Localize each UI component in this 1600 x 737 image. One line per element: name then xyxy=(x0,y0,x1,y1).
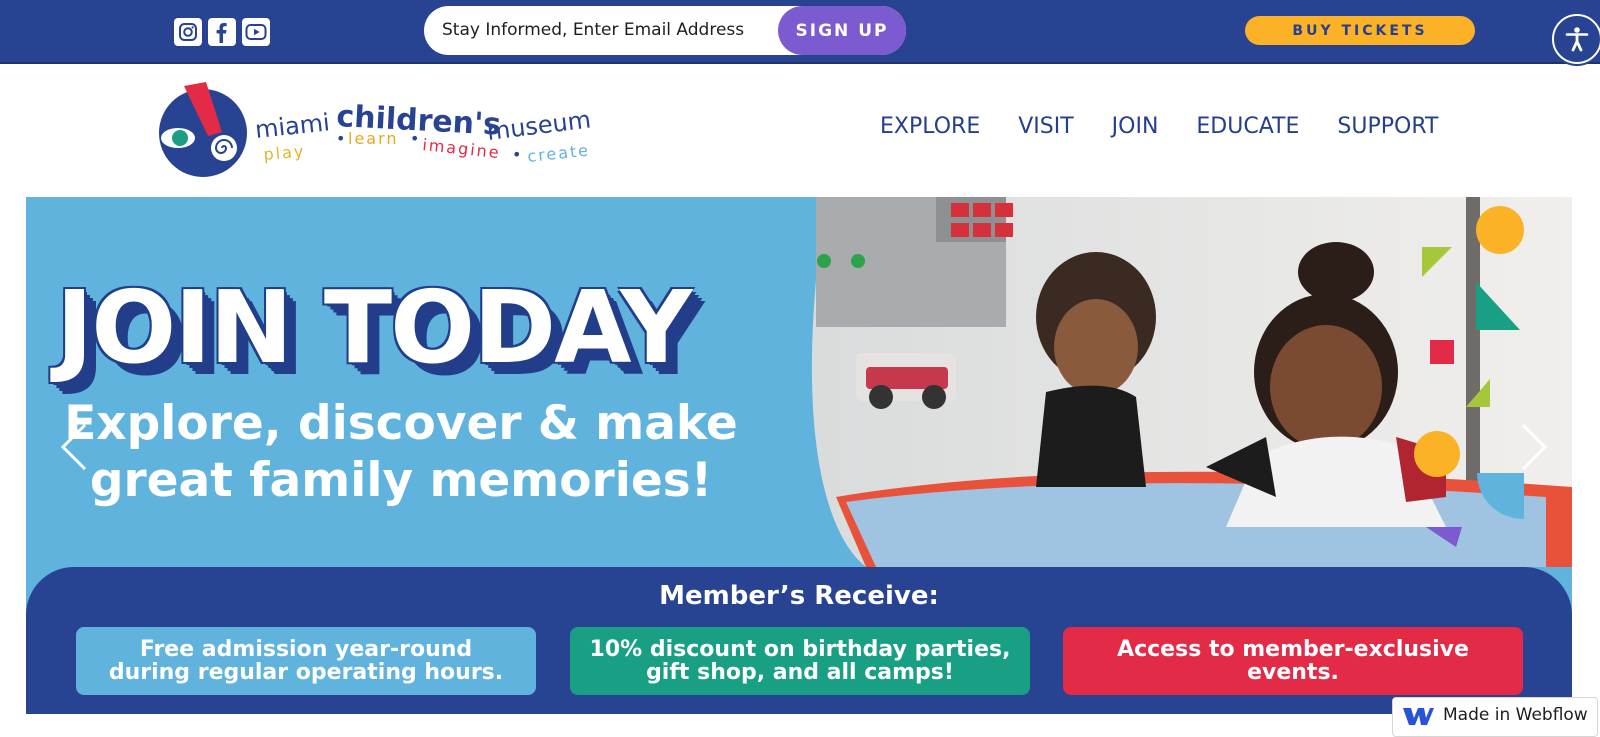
hero-headline: JOIN TODAY xyxy=(56,269,692,386)
hero-headline-wrap: JOIN TODAY xyxy=(56,269,692,386)
newsletter-signup: SIGN UP xyxy=(424,6,906,55)
benefit-exclusive-events: Access to member-exclusive events. xyxy=(1063,627,1523,695)
svg-text:•: • xyxy=(336,129,345,148)
hero-photo xyxy=(811,197,1572,567)
member-benefits-title: Member’s Receive: xyxy=(659,581,939,611)
top-bar: SIGN UP BUY TICKETS xyxy=(0,0,1600,64)
instagram-icon[interactable] xyxy=(174,18,202,46)
nav-join[interactable]: JOIN xyxy=(1112,114,1159,139)
nav-support[interactable]: SUPPORT xyxy=(1337,114,1438,139)
member-benefits-panel: Member’s Receive: Free admission year-ro… xyxy=(26,567,1572,714)
webflow-badge-label: Made in Webflow xyxy=(1443,705,1588,725)
benefit-line: Access to member-exclusive events. xyxy=(1117,637,1469,685)
main-nav: EXPLORE VISIT JOIN EDUCATE SUPPORT xyxy=(880,114,1438,139)
benefit-line: 10% discount on birthday parties, xyxy=(589,637,1011,662)
chevron-left-icon[interactable] xyxy=(59,422,89,472)
facebook-icon[interactable] xyxy=(208,18,236,46)
sign-up-button[interactable]: SIGN UP xyxy=(778,6,906,55)
hero-subheadline-line2: great family memories! xyxy=(89,453,713,508)
svg-text:•: • xyxy=(512,145,521,164)
accessibility-icon[interactable] xyxy=(1552,14,1600,64)
youtube-icon[interactable] xyxy=(242,18,270,46)
nav-explore[interactable]: EXPLORE xyxy=(880,114,980,139)
chevron-right-icon[interactable] xyxy=(1519,422,1549,472)
social-links xyxy=(174,18,270,46)
benefit-line: Free admission year-round xyxy=(139,637,473,662)
svg-text:•: • xyxy=(410,129,419,148)
benefit-line: gift shop, and all camps! xyxy=(646,660,954,685)
hero-subheadline-line1: Explore, discover & make xyxy=(64,396,738,451)
nav-educate[interactable]: EDUCATE xyxy=(1196,114,1299,139)
logo-text-miami: miami xyxy=(254,108,331,144)
buy-tickets-button[interactable]: BUY TICKETS xyxy=(1245,16,1475,45)
webflow-icon xyxy=(1403,708,1434,725)
made-in-webflow-badge[interactable]: Made in Webflow xyxy=(1392,697,1598,737)
benefit-free-admission: Free admission year-round during regular… xyxy=(76,627,536,695)
museum-logo[interactable]: miami children's museum play • learn • i… xyxy=(156,80,606,182)
logo-tagline-play: play xyxy=(263,141,306,164)
logo-tagline-create: create xyxy=(526,141,590,166)
benefit-discount: 10% discount on birthday parties, gift s… xyxy=(570,627,1030,695)
email-input[interactable] xyxy=(442,16,762,44)
benefit-line: during regular operating hours. xyxy=(108,660,504,685)
hero-slider: JOIN TODAY Explore, discover & make grea… xyxy=(26,197,1572,714)
hero-subheadline: Explore, discover & make great family me… xyxy=(56,395,746,509)
logo-tagline-learn: learn xyxy=(348,129,399,148)
nav-visit[interactable]: VISIT xyxy=(1018,114,1073,139)
